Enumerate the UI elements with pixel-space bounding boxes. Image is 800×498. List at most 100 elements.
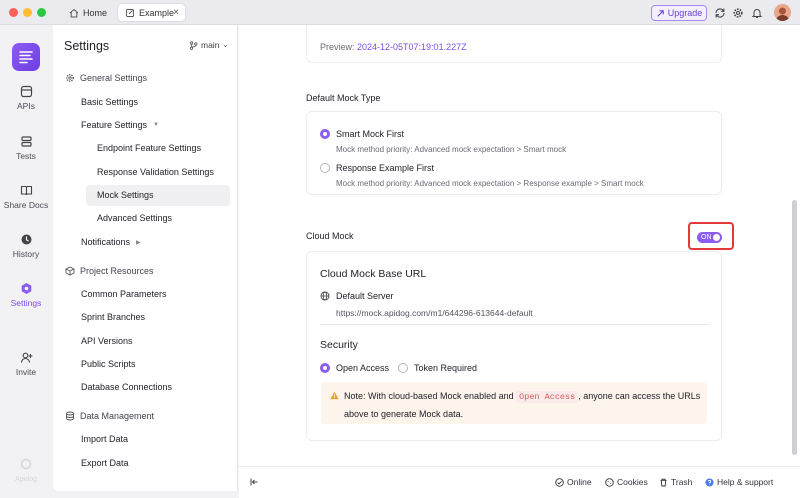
nav-item-response-validation[interactable]: Response Validation Settings xyxy=(97,167,214,177)
rail-item-tests[interactable]: Tests xyxy=(0,135,52,161)
open-access-label[interactable]: Open Access xyxy=(336,363,389,373)
cube-icon xyxy=(65,266,75,276)
base-url-title: Cloud Mock Base URL xyxy=(320,268,427,280)
help-label: Help & support xyxy=(717,477,774,487)
open-access-radio[interactable] xyxy=(320,363,330,373)
upgrade-icon xyxy=(657,9,664,17)
chevron-down-icon: ⌄ xyxy=(222,42,229,49)
nav-section-project-resources[interactable]: Project Resources xyxy=(65,266,154,276)
server-url[interactable]: https://mock.apidog.com/m1/644296-613644… xyxy=(336,308,533,318)
sync-icon[interactable] xyxy=(714,7,726,19)
note-code: Open Access xyxy=(516,391,579,403)
scrollbar[interactable] xyxy=(792,200,797,455)
nav-endpoint-label: Endpoint Feature Settings xyxy=(97,143,202,153)
nav-section-data-management[interactable]: Data Management xyxy=(65,411,154,421)
nav-advanced-label: Advanced Settings xyxy=(97,213,173,223)
invite-user-icon xyxy=(20,352,32,363)
nav-notifications-label: Notifications xyxy=(81,237,131,247)
rail-share-docs-label: Share Docs xyxy=(3,200,49,210)
security-title: Security xyxy=(320,339,358,351)
nav-item-mock-settings[interactable]: Mock Settings xyxy=(97,190,154,200)
close-window-button[interactable] xyxy=(9,8,18,17)
nav-general-label: General Settings xyxy=(80,73,148,83)
settings-icon xyxy=(21,283,31,294)
nav-item-feature-settings[interactable]: Feature Settings ▼ xyxy=(81,120,159,130)
api-icon xyxy=(20,85,32,98)
nav-item-basic-settings[interactable]: Basic Settings xyxy=(81,97,138,107)
rail-invite-label: Invite xyxy=(15,367,37,377)
help-support-button[interactable]: Help & support xyxy=(705,477,773,487)
tab-home[interactable]: Home xyxy=(62,3,112,22)
security-note: Note: With cloud-based Mock enabled and … xyxy=(321,382,707,424)
close-tab-icon[interactable]: × xyxy=(173,7,179,18)
rail-item-settings[interactable]: Settings xyxy=(0,282,52,308)
title-bar: Home Example × Upgrade xyxy=(0,0,800,25)
rail-item-history[interactable]: History xyxy=(0,233,52,259)
nav-item-database-connections[interactable]: Database Connections xyxy=(81,382,172,392)
rail-tests-label: Tests xyxy=(16,151,36,161)
nav-item-endpoint-feature[interactable]: Endpoint Feature Settings xyxy=(97,143,201,153)
upgrade-button[interactable]: Upgrade xyxy=(651,5,707,21)
avatar[interactable] xyxy=(774,4,791,21)
toggle-highlight-box xyxy=(688,222,734,250)
nav-item-export-data[interactable]: Export Data xyxy=(81,458,129,468)
globe-icon xyxy=(320,291,330,301)
gear-icon[interactable] xyxy=(732,7,744,19)
nav-item-common-parameters[interactable]: Common Parameters xyxy=(81,289,167,299)
token-required-label[interactable]: Token Required xyxy=(414,363,477,373)
collapse-sidebar-icon[interactable] xyxy=(249,477,259,487)
home-icon xyxy=(69,8,79,17)
nav-section-general[interactable]: General Settings xyxy=(65,73,147,83)
cookies-button[interactable]: Cookies xyxy=(605,477,648,487)
branch-label: main xyxy=(201,40,220,50)
nav-item-notifications[interactable]: Notifications ▶ xyxy=(81,237,141,247)
app-logo[interactable] xyxy=(12,43,40,71)
note-line-1: Note: With cloud-based Mock enabled and … xyxy=(344,391,701,403)
nav-item-sprint-branches[interactable]: Sprint Branches xyxy=(81,312,145,322)
cookies-label: Cookies xyxy=(617,477,648,487)
bell-icon[interactable] xyxy=(751,7,763,19)
tab-example[interactable]: Example × xyxy=(117,3,186,22)
default-server-label: Default Server xyxy=(336,291,394,301)
preview-label: Preview: xyxy=(320,42,355,52)
user-avatar-icon xyxy=(776,7,789,21)
tab-home-label: Home xyxy=(83,7,108,18)
nav-item-import-data[interactable]: Import Data xyxy=(81,434,128,444)
nav-feature-label: Feature Settings xyxy=(81,120,148,130)
rail-settings-label: Settings xyxy=(10,298,42,308)
preview-card: Preview: 2024-12-05T07:19:01.227Z xyxy=(306,25,722,63)
preview-value: 2024-12-05T07:19:01.227Z xyxy=(357,42,467,52)
branch-icon xyxy=(189,40,198,50)
maximize-window-button[interactable] xyxy=(37,8,46,17)
nav-item-api-versions[interactable]: API Versions xyxy=(81,336,133,346)
tests-icon xyxy=(20,136,32,147)
branch-selector[interactable]: main ⌄ xyxy=(189,40,228,50)
nav-import-data-label: Import Data xyxy=(81,434,129,444)
trash-button[interactable]: Trash xyxy=(659,477,692,487)
nav-sprint-branches-label: Sprint Branches xyxy=(81,312,146,322)
minimize-window-button[interactable] xyxy=(23,8,32,17)
note-suffix: , anyone can access the URLs xyxy=(578,391,701,401)
nav-item-advanced-settings[interactable]: Advanced Settings xyxy=(97,213,172,223)
upgrade-label: Upgrade xyxy=(667,8,703,18)
rail-item-apis[interactable]: APIs xyxy=(0,85,52,111)
main-content: Preview: 2024-12-05T07:19:01.227Z Defaul… xyxy=(239,25,800,466)
nav-item-public-scripts[interactable]: Public Scripts xyxy=(81,359,136,369)
token-required-radio[interactable] xyxy=(398,363,408,373)
rail-item-invite[interactable]: Invite xyxy=(0,351,52,377)
smart-mock-label[interactable]: Smart Mock First xyxy=(336,129,404,139)
rail-item-share-docs[interactable]: Share Docs xyxy=(0,184,52,210)
response-example-label[interactable]: Response Example First xyxy=(336,163,434,173)
apidog-logo-icon xyxy=(19,51,33,64)
nav-common-parameters-label: Common Parameters xyxy=(81,289,167,299)
nav-response-validation-label: Response Validation Settings xyxy=(97,167,214,177)
smart-mock-radio[interactable] xyxy=(320,129,330,139)
online-label: Online xyxy=(567,477,592,487)
apidog-mark-icon xyxy=(20,458,32,470)
trash-label: Trash xyxy=(671,477,693,487)
online-status[interactable]: Online xyxy=(555,477,592,487)
trash-icon xyxy=(660,478,667,486)
online-check-icon xyxy=(555,477,564,487)
response-example-radio[interactable] xyxy=(320,163,330,173)
settings-panel: Settings main ⌄ General Settings Basic S… xyxy=(53,25,238,491)
